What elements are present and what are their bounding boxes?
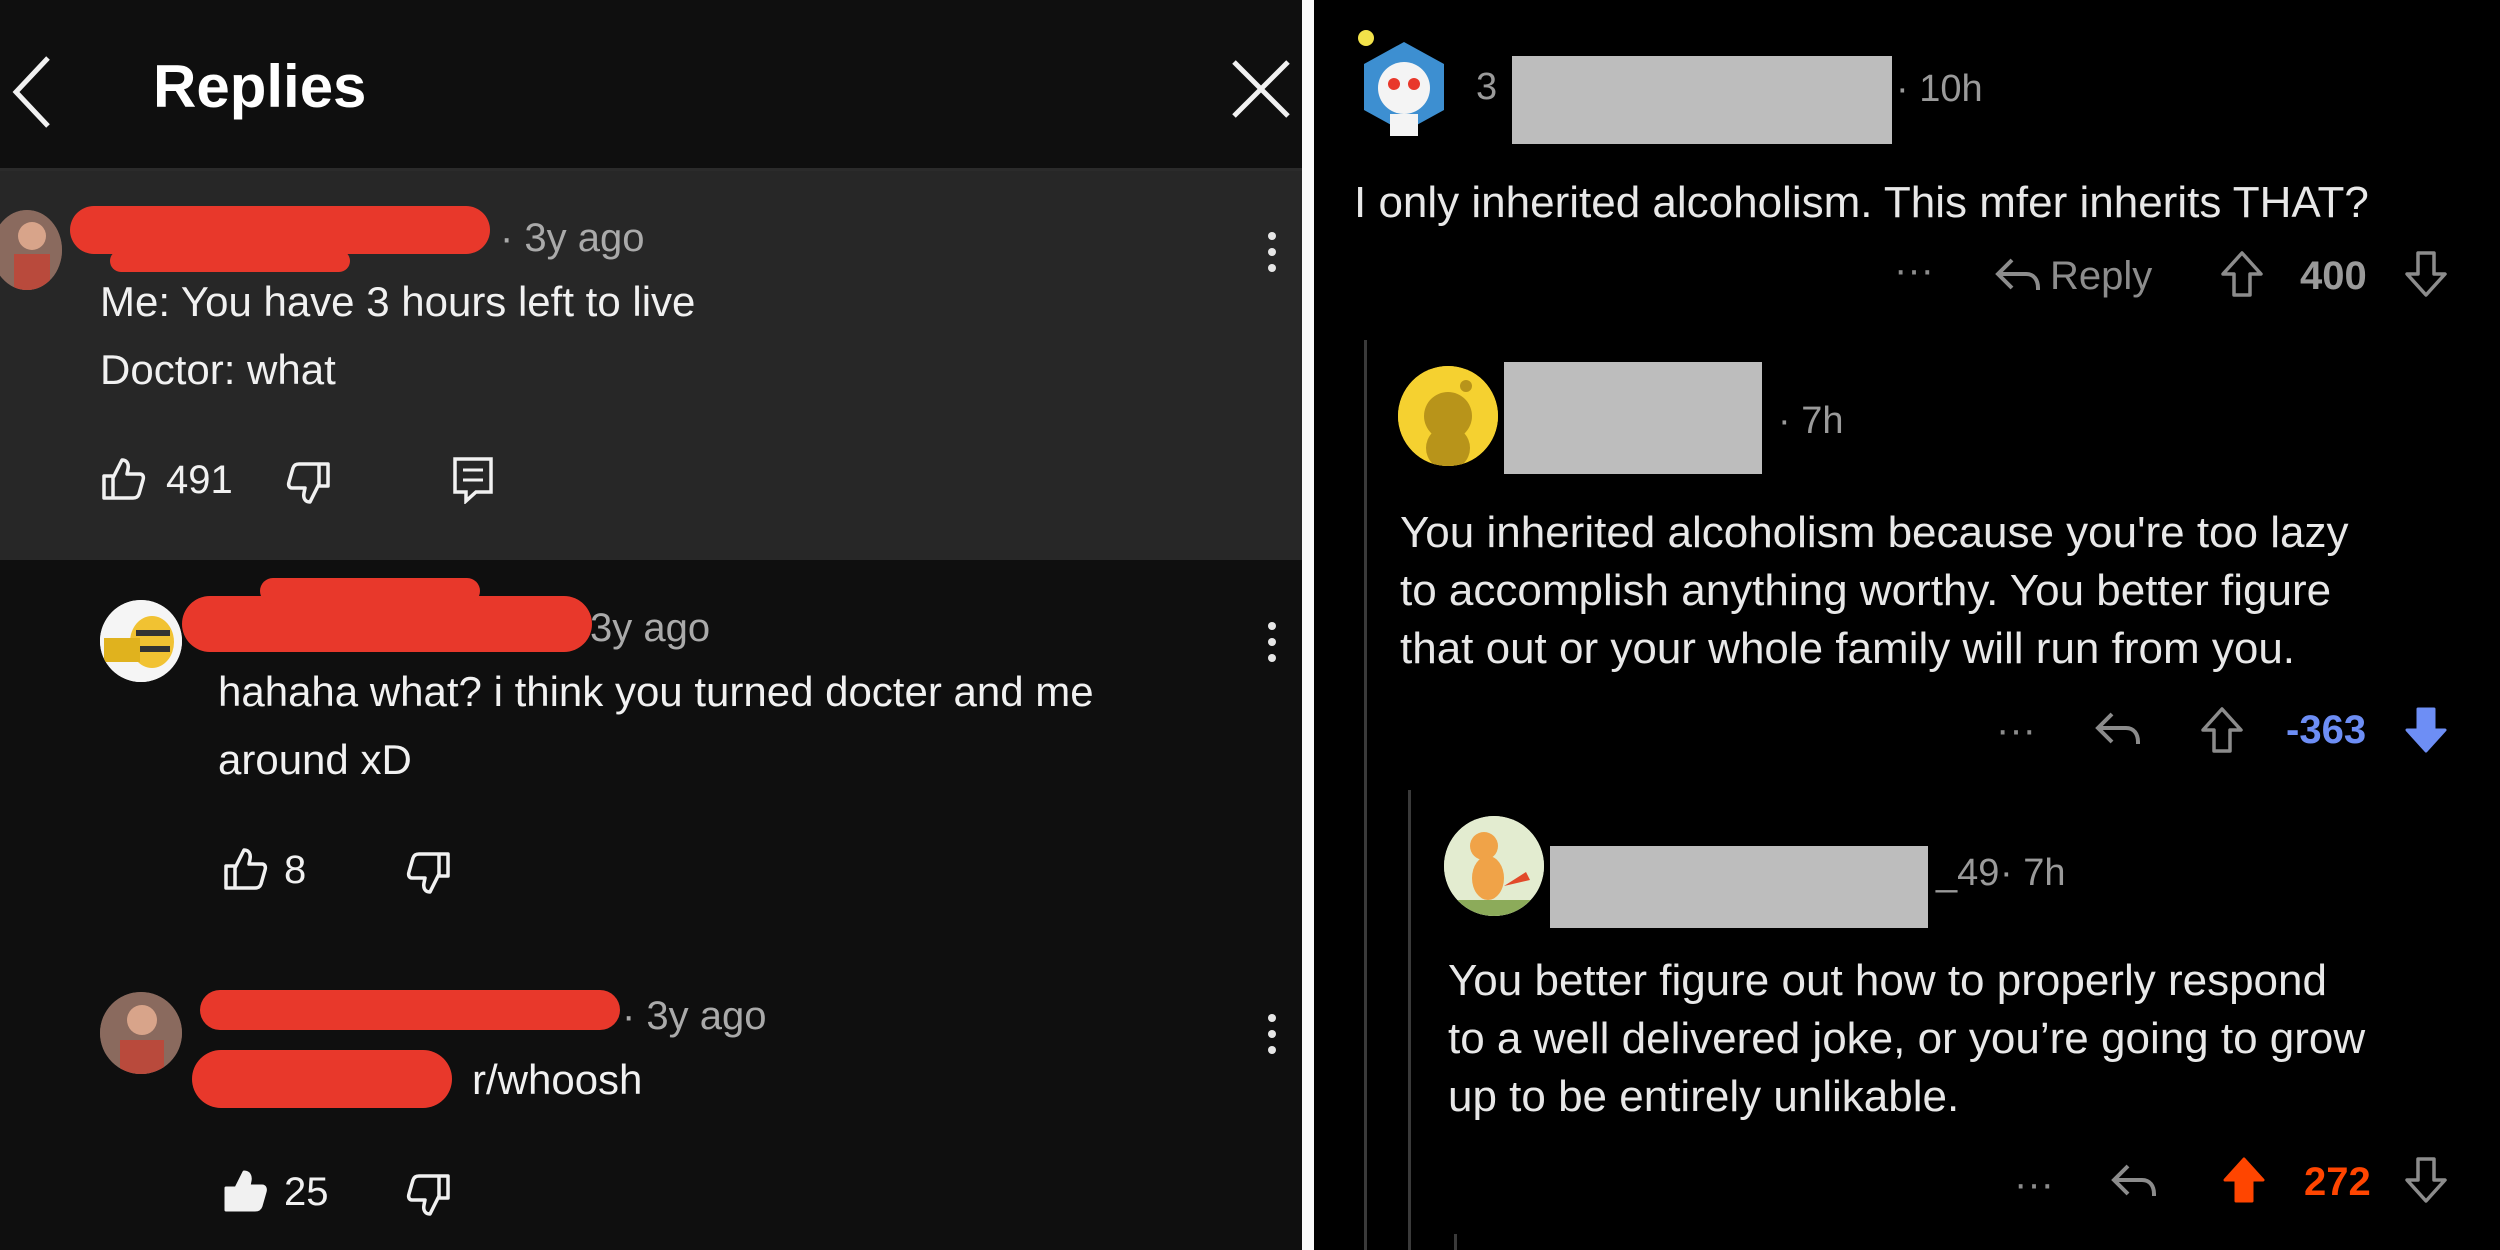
comment-text: hahaha what? i think you turned docter a…	[218, 668, 1094, 715]
comment-text: Me: You have 3 hours left to live	[100, 278, 696, 325]
redacted-username	[1504, 362, 1762, 474]
redacted-username	[70, 206, 490, 254]
close-icon[interactable]	[1230, 58, 1292, 120]
dislike-button[interactable]	[406, 1172, 452, 1218]
like-button[interactable]	[222, 846, 268, 892]
comment-text: Doctor: what	[100, 346, 336, 393]
reply-button[interactable]: Reply	[2050, 254, 2152, 299]
reply-icon[interactable]	[452, 456, 494, 504]
vote-score: -363	[2286, 708, 2367, 752]
like-button-active[interactable]	[222, 1168, 268, 1214]
upvote-icon-active[interactable]	[2222, 1156, 2266, 1204]
vote-score: 400	[2300, 254, 2367, 298]
thread-line	[1364, 340, 1367, 1250]
comment-text: You inherited alcoholism because you're …	[1400, 508, 2349, 557]
upvote-icon[interactable]	[2220, 250, 2264, 298]
comment-text: to a well delivered joke, or you’re goin…	[1448, 1014, 2366, 1063]
redacted-username	[1550, 846, 1928, 928]
thread-line	[1408, 790, 1411, 1250]
like-button[interactable]	[100, 456, 146, 502]
comment-text: that out or your whole family will run f…	[1400, 624, 2296, 673]
page-title: Replies	[153, 53, 367, 120]
like-count: 25	[284, 1170, 329, 1214]
comment-timestamp: · 10h	[1896, 68, 1983, 110]
reply-icon[interactable]	[2094, 708, 2142, 748]
comment-text: r/whoosh	[472, 1056, 643, 1103]
downvote-icon[interactable]	[2404, 1156, 2448, 1204]
comment-text: I only inherited alcoholism. This mfer i…	[1354, 178, 2369, 227]
more-options-icon[interactable]	[1268, 1014, 1278, 1062]
upvote-icon[interactable]	[2200, 706, 2244, 754]
thread-line	[1454, 1234, 1457, 1250]
comment-text: up to be entirely unlikable.	[1448, 1072, 1960, 1121]
avatar[interactable]	[100, 992, 182, 1074]
redacted-username	[192, 1050, 452, 1108]
more-options-button[interactable]: ···	[2014, 1162, 2054, 1207]
more-options-icon[interactable]	[1268, 232, 1278, 280]
avatar[interactable]	[1398, 366, 1498, 466]
avatar[interactable]	[100, 600, 182, 682]
youtube-replies-panel: Replies · 3y ago Me: You have 3 hours le…	[0, 0, 1302, 1250]
vote-score: 272	[2304, 1160, 2371, 1204]
downvote-icon[interactable]	[2404, 250, 2448, 298]
redacted-username	[1512, 56, 1892, 144]
comment-timestamp: · 7h	[1778, 400, 1844, 442]
comment-text: to accomplish anything worthy. You bette…	[1400, 566, 2332, 615]
like-count: 491	[166, 458, 233, 502]
comment-timestamp: · 7h	[2000, 852, 2066, 894]
more-options-button[interactable]: ···	[1996, 708, 2036, 753]
more-options-button[interactable]: ···	[1894, 248, 1934, 293]
avatar[interactable]	[1444, 816, 1544, 916]
divider	[1302, 0, 1314, 1250]
more-options-icon[interactable]	[1268, 622, 1278, 670]
redacted-username	[260, 578, 480, 604]
comment-text: You better figure out how to properly re…	[1448, 956, 2327, 1005]
downvote-icon-active[interactable]	[2404, 706, 2448, 754]
comment-timestamp: 3y ago	[590, 606, 711, 650]
comment-text: around xD	[218, 736, 412, 783]
username-fragment: 3	[1476, 66, 1498, 108]
like-count: 8	[284, 848, 307, 892]
avatar[interactable]	[1354, 28, 1454, 146]
dislike-button[interactable]	[286, 460, 332, 506]
back-icon[interactable]	[10, 52, 54, 132]
dislike-button[interactable]	[406, 850, 452, 896]
reddit-comments-panel: 3 · 10h I only inherited alcoholism. Thi…	[1314, 0, 2500, 1250]
reply-icon[interactable]	[1994, 254, 2042, 294]
redacted-username	[200, 990, 620, 1030]
comment-timestamp: · 3y ago	[500, 216, 645, 260]
redacted-username	[182, 596, 592, 652]
username-fragment: _49	[1936, 852, 2000, 894]
reply-icon[interactable]	[2110, 1160, 2158, 1200]
comment-timestamp: · 3y ago	[622, 994, 767, 1038]
